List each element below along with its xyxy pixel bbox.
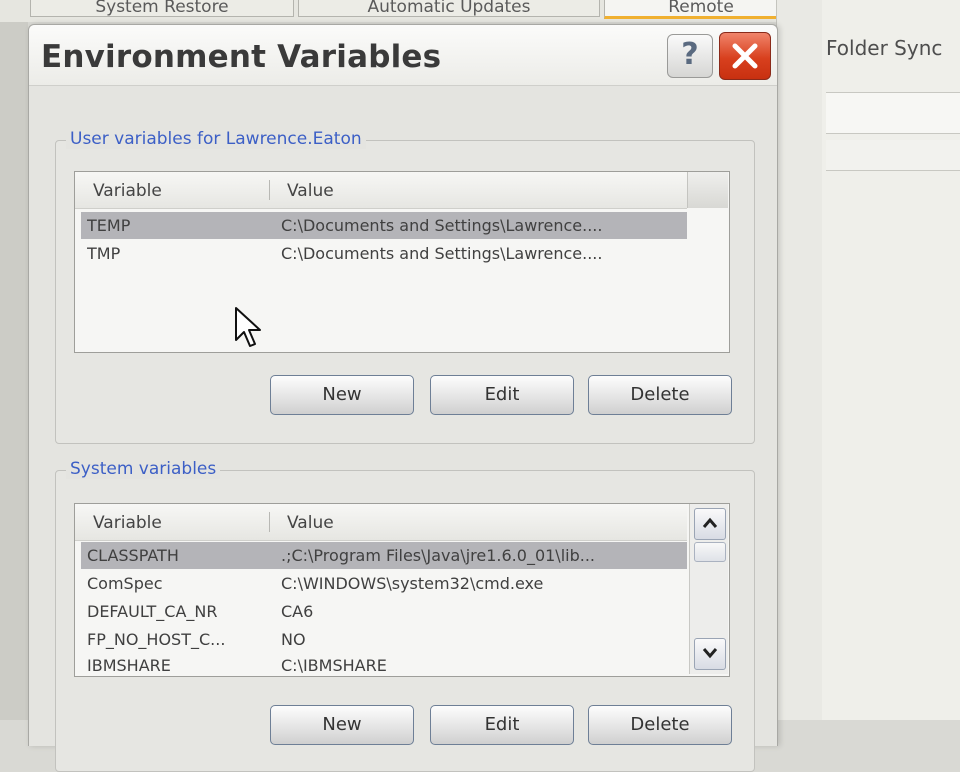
variable-value: CA6: [281, 602, 314, 621]
table-row[interactable]: TEMP C:\Documents and Settings\Lawrence.…: [81, 212, 687, 239]
help-button[interactable]: ?: [667, 34, 713, 78]
vertical-scrollbar[interactable]: [689, 504, 728, 674]
scroll-up-button[interactable]: [694, 508, 726, 540]
table-row[interactable]: FP_NO_HOST_C... NO: [81, 626, 687, 653]
list-header: Variable Value: [75, 172, 687, 209]
table-row[interactable]: TMP C:\Documents and Settings\Lawrence..…: [81, 240, 687, 267]
column-header-value[interactable]: Value: [287, 181, 334, 201]
user-variables-list[interactable]: Variable Value TEMP C:\Documents and Set…: [74, 171, 730, 353]
scroll-thumb[interactable]: [694, 542, 726, 562]
dialog-body: User variables for Lawrence.Eaton Variab…: [29, 85, 777, 772]
close-icon: [732, 43, 758, 69]
close-button[interactable]: [719, 32, 771, 80]
variable-value: .;C:\Program Files\Java\jre1.6.0_01\lib.…: [281, 546, 595, 565]
help-icon: ?: [681, 37, 699, 72]
variable-value: NO: [281, 630, 306, 649]
parent-field: [826, 92, 960, 134]
table-row[interactable]: DEFAULT_CA_NR CA6: [81, 598, 687, 625]
variable-name: TMP: [87, 244, 121, 263]
column-header-variable[interactable]: Variable: [93, 513, 162, 533]
parent-window-edge: [0, 0, 28, 720]
variable-name: FP_NO_HOST_C...: [87, 630, 226, 649]
tab-automatic-updates[interactable]: Automatic Updates: [298, 0, 600, 17]
variable-value: C:\WINDOWS\system32\cmd.exe: [281, 574, 544, 593]
parent-field: [826, 140, 960, 171]
mouse-cursor-icon: [235, 307, 261, 347]
variable-name: IBMSHARE: [87, 656, 171, 675]
table-row[interactable]: ComSpec C:\WINDOWS\system32\cmd.exe: [81, 570, 687, 597]
user-edit-button[interactable]: Edit: [430, 375, 574, 415]
user-new-button[interactable]: New: [270, 375, 414, 415]
variable-value: C:\Documents and Settings\Lawrence....: [281, 216, 603, 235]
user-delete-button[interactable]: Delete: [588, 375, 732, 415]
tab-system-restore[interactable]: System Restore: [30, 0, 294, 17]
column-separator[interactable]: [269, 180, 270, 200]
column-separator[interactable]: [269, 512, 270, 532]
variable-value: C:\IBMSHARE: [281, 656, 387, 675]
system-variables-list[interactable]: Variable Value CLASSPATH .;C:\Program Fi…: [74, 503, 730, 677]
system-new-button[interactable]: New: [270, 705, 414, 745]
tab-remote[interactable]: Remote: [604, 0, 798, 19]
dialog-titlebar[interactable]: Environment Variables ?: [29, 25, 777, 85]
variable-name: ComSpec: [87, 574, 163, 593]
header-corner: [687, 172, 728, 208]
table-row[interactable]: IBMSHARE C:\IBMSHARE: [81, 652, 687, 679]
column-header-value[interactable]: Value: [287, 513, 334, 533]
system-variables-label: System variables: [66, 459, 221, 479]
list-header: Variable Value: [75, 504, 687, 541]
variable-name: DEFAULT_CA_NR: [87, 602, 218, 621]
variable-value: C:\Documents and Settings\Lawrence....: [281, 244, 603, 263]
system-edit-button[interactable]: Edit: [430, 705, 574, 745]
folder-sync-label: Folder Sync: [826, 36, 943, 60]
environment-variables-dialog: Environment Variables ? User variables f…: [28, 24, 778, 772]
parent-tab-strip: System Restore Automatic Updates Remote: [0, 0, 820, 22]
dialog-title: Environment Variables: [41, 39, 442, 75]
scroll-down-button[interactable]: [694, 638, 726, 670]
parent-window-strip: [776, 0, 823, 720]
user-variables-label: User variables for Lawrence.Eaton: [66, 129, 366, 149]
variable-name: CLASSPATH: [87, 546, 179, 565]
scroll-down-icon: [702, 648, 718, 659]
system-variables-group: System variables Variable Value CLASSPAT…: [55, 459, 755, 772]
scroll-up-icon: [702, 517, 718, 528]
variable-name: TEMP: [87, 216, 131, 235]
system-delete-button[interactable]: Delete: [588, 705, 732, 745]
table-row[interactable]: CLASSPATH .;C:\Program Files\Java\jre1.6…: [81, 542, 687, 569]
column-header-variable[interactable]: Variable: [93, 181, 162, 201]
user-variables-group: User variables for Lawrence.Eaton Variab…: [55, 129, 755, 444]
